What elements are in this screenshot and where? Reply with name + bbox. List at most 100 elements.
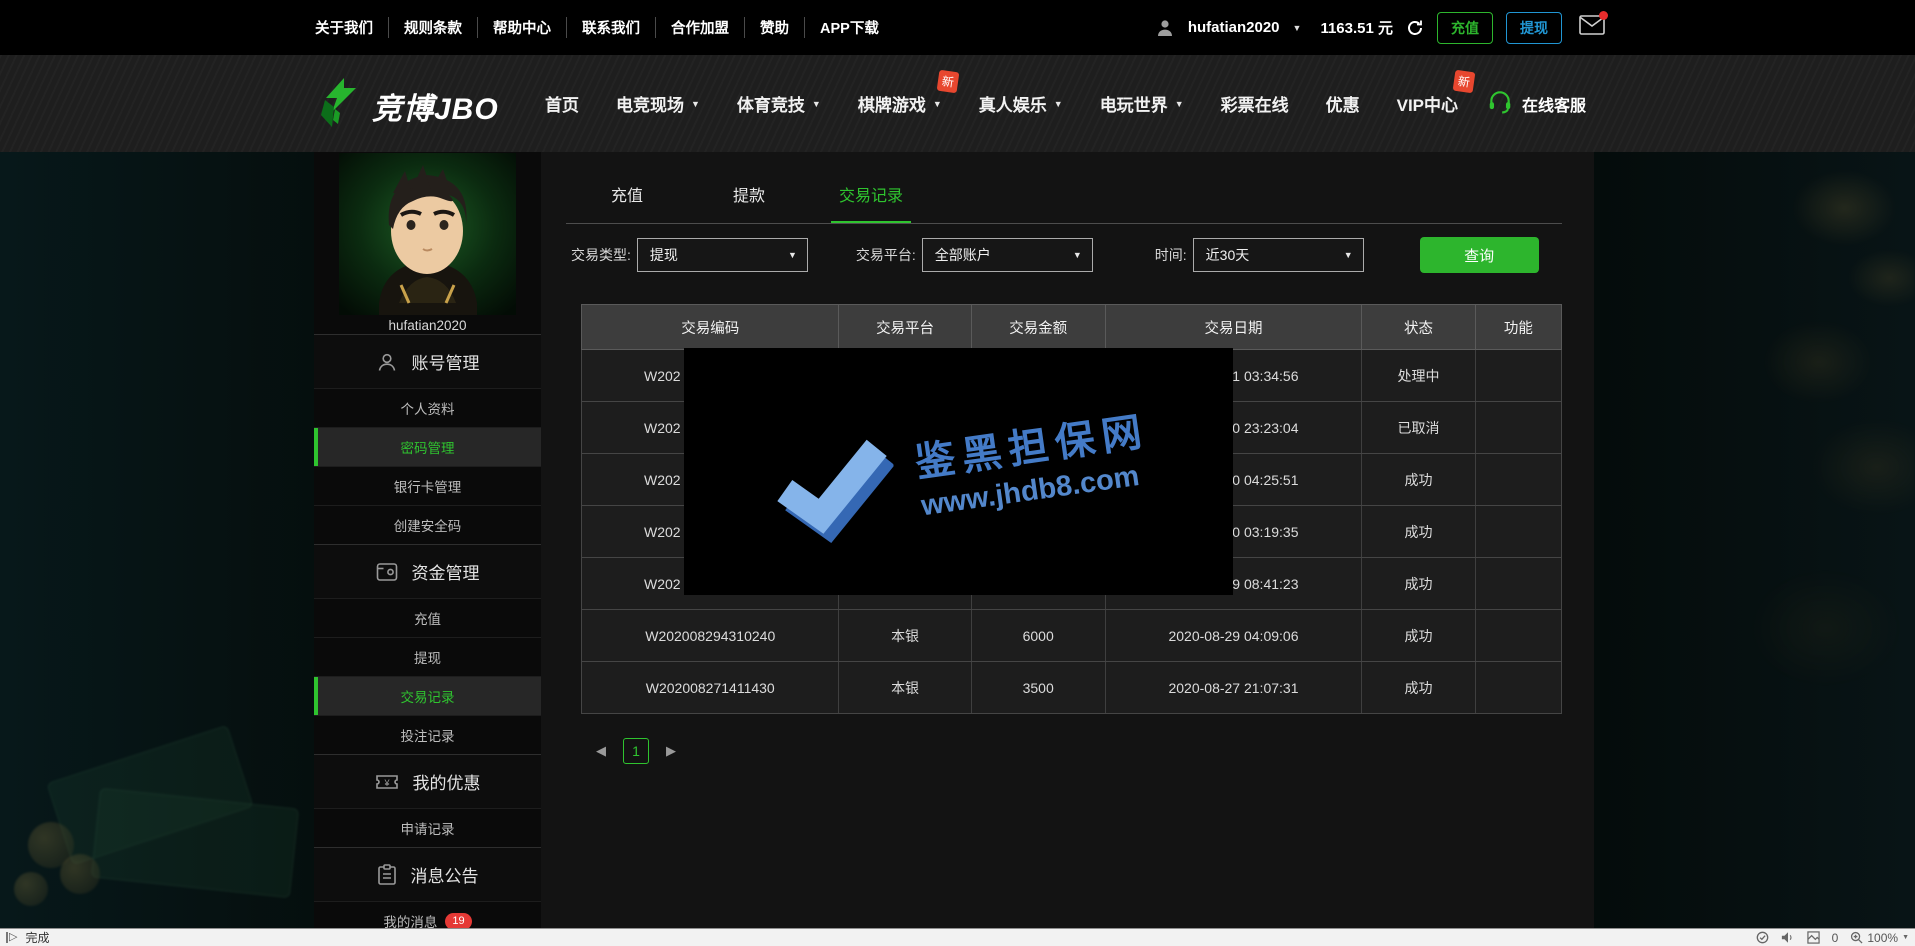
tab[interactable]: 充值 bbox=[566, 182, 688, 224]
sidebar-item[interactable]: 银行卡管理 bbox=[314, 466, 541, 505]
page-number[interactable]: 1 bbox=[623, 738, 649, 764]
browser-statusbar: ▷ 完成 0 100% ▼ bbox=[0, 928, 1915, 946]
filter-bar: 交易类型: 提现 ▼ 交易平台: 全部账户 ▼ 时间: 近30天 ▼ 查询 bbox=[571, 237, 1581, 273]
topbar-links: 关于我们规则条款帮助中心联系我们合作加盟赞助APP下载 bbox=[300, 17, 894, 38]
topbar-link[interactable]: 合作加盟 bbox=[655, 17, 744, 38]
cell-date: 2020-08-29 04:09:06 bbox=[1105, 610, 1361, 661]
cell-status: 成功 bbox=[1361, 454, 1475, 505]
sidebar-item[interactable]: 投注记录 bbox=[314, 715, 541, 754]
topbar-link[interactable]: 帮助中心 bbox=[477, 17, 566, 38]
nav-item[interactable]: 电玩世界 ▼ bbox=[1100, 91, 1184, 116]
sidebar-item-label: 提现 bbox=[414, 647, 441, 667]
nav-item[interactable]: 体育竞技 ▼ bbox=[737, 91, 821, 116]
cell-platform: 本银 bbox=[838, 662, 970, 713]
topbar-link[interactable]: APP下载 bbox=[804, 17, 894, 38]
nav-item[interactable]: 彩票在线 bbox=[1221, 91, 1289, 116]
site-logo[interactable]: 竞博JBO bbox=[316, 77, 499, 134]
nav-item[interactable]: 真人娱乐 ▼ bbox=[979, 91, 1063, 116]
topbar-link[interactable]: 联系我们 bbox=[566, 17, 655, 38]
money-decoration bbox=[0, 608, 300, 928]
svg-text:¥: ¥ bbox=[383, 778, 390, 788]
sidebar-item[interactable]: 申请记录 bbox=[314, 808, 541, 847]
recharge-button[interactable]: 充值 bbox=[1437, 12, 1493, 44]
sidebar-section[interactable]: 账号管理 bbox=[314, 334, 541, 388]
topbar-link[interactable]: 关于我们 bbox=[300, 17, 388, 38]
sidebar-item[interactable]: 我的消息 19 bbox=[314, 901, 541, 928]
table-header-cell: 交易平台 bbox=[838, 305, 970, 349]
cell-status: 已取消 bbox=[1361, 402, 1475, 453]
table-header-cell: 交易日期 bbox=[1105, 305, 1361, 349]
nav-items: 首页 电竞现场 ▼ 体育竞技 ▼ 棋牌游戏 ▼ 新 真人娱乐 ▼ 电玩世界 ▼ … bbox=[545, 55, 1458, 152]
frame-icon[interactable] bbox=[1807, 931, 1820, 944]
nav-item-label: VIP中心 bbox=[1397, 91, 1458, 116]
speaker-icon[interactable] bbox=[1781, 931, 1795, 944]
type-filter-label: 交易类型: bbox=[571, 245, 631, 265]
nav-item-label: 电玩世界 bbox=[1100, 91, 1168, 116]
coupon-icon: ¥ bbox=[375, 773, 399, 791]
sidebar-item-label: 创建安全码 bbox=[394, 515, 462, 535]
cell-status: 成功 bbox=[1361, 610, 1475, 661]
sidebar: hufatian2020 账号管理 个人资料 密码管理 银行卡管理 创建安全码 … bbox=[314, 152, 541, 928]
sidebar-item[interactable]: 密码管理 bbox=[314, 427, 541, 466]
type-filter-value: 提现 bbox=[650, 245, 678, 265]
nav-item-label: 电竞现场 bbox=[616, 91, 684, 116]
chevron-down-icon[interactable]: ▼ bbox=[1293, 23, 1302, 33]
new-badge: 新 bbox=[936, 70, 959, 94]
topbar-link[interactable]: 规则条款 bbox=[388, 17, 477, 38]
sidebar-section[interactable]: 消息公告 bbox=[314, 847, 541, 901]
status-play-icon: ▷ bbox=[6, 932, 17, 943]
platform-filter-dropdown[interactable]: 全部账户 ▼ bbox=[922, 238, 1093, 272]
sidebar-item[interactable]: 提现 bbox=[314, 637, 541, 676]
avatar[interactable] bbox=[339, 153, 516, 315]
nav-item-label: 体育竞技 bbox=[737, 91, 805, 116]
table-header-row: 交易编码交易平台交易金额交易日期状态功能 bbox=[581, 304, 1562, 350]
time-filter-value: 近30天 bbox=[1206, 245, 1250, 265]
messages-envelope-icon[interactable] bbox=[1579, 15, 1605, 40]
cell-action bbox=[1475, 350, 1561, 401]
sidebar-item-label: 银行卡管理 bbox=[394, 476, 462, 496]
sidebar-section[interactable]: 资金管理 bbox=[314, 544, 541, 598]
cell-action bbox=[1475, 558, 1561, 609]
sidebar-section[interactable]: ¥ 我的优惠 bbox=[314, 754, 541, 808]
refresh-balance-icon[interactable] bbox=[1406, 19, 1424, 37]
cell-status: 成功 bbox=[1361, 558, 1475, 609]
cell-action bbox=[1475, 454, 1561, 505]
username-dropdown[interactable]: hufatian2020 bbox=[1188, 19, 1280, 36]
time-filter-dropdown[interactable]: 近30天 ▼ bbox=[1193, 238, 1364, 272]
chevron-down-icon: ▼ bbox=[1175, 99, 1184, 109]
sidebar-section-label: 资金管理 bbox=[412, 559, 480, 584]
type-filter-dropdown[interactable]: 提现 ▼ bbox=[637, 238, 808, 272]
nav-item[interactable]: 棋牌游戏 ▼ 新 bbox=[858, 91, 942, 116]
search-button[interactable]: 查询 bbox=[1420, 237, 1539, 273]
nav-item[interactable]: VIP中心 新 bbox=[1397, 91, 1458, 116]
zoom-control[interactable]: 100% ▼ bbox=[1850, 931, 1909, 945]
sidebar-item[interactable]: 创建安全码 bbox=[314, 505, 541, 544]
watermark-check-logo bbox=[758, 418, 904, 560]
next-page-icon[interactable]: ▶ bbox=[666, 743, 676, 759]
tab[interactable]: 交易记录 bbox=[810, 182, 932, 224]
nav-item[interactable]: 电竞现场 ▼ bbox=[616, 91, 700, 116]
status-text: 完成 bbox=[25, 929, 49, 946]
watermark: 鉴黑担保网 www.jhdb8.com bbox=[758, 383, 1159, 561]
unread-count-badge: 19 bbox=[445, 913, 471, 929]
user-icon bbox=[1155, 18, 1175, 38]
prev-page-icon[interactable]: ◀ bbox=[596, 743, 606, 759]
table-row: W202008271411430 本银 3500 2020-08-27 21:0… bbox=[581, 662, 1562, 714]
sidebar-item-label: 交易记录 bbox=[401, 686, 455, 706]
wallet-icon bbox=[376, 562, 398, 582]
cell-status: 成功 bbox=[1361, 506, 1475, 557]
sidebar-item[interactable]: 个人资料 bbox=[314, 388, 541, 427]
withdraw-button[interactable]: 提现 bbox=[1506, 12, 1562, 44]
tab[interactable]: 提款 bbox=[688, 182, 810, 224]
protected-mode-icon[interactable] bbox=[1756, 931, 1769, 944]
sidebar-item[interactable]: 充值 bbox=[314, 598, 541, 637]
nav-item[interactable]: 首页 bbox=[545, 91, 579, 116]
nav-item[interactable]: 优惠 bbox=[1326, 91, 1360, 116]
app-window: 关于我们规则条款帮助中心联系我们合作加盟赞助APP下载 hufatian2020… bbox=[0, 0, 1915, 946]
nav-item-label: 棋牌游戏 bbox=[858, 91, 926, 116]
logo-bird-icon bbox=[316, 77, 362, 134]
zoom-caret-icon: ▼ bbox=[1902, 934, 1909, 941]
topbar-link[interactable]: 赞助 bbox=[744, 17, 804, 38]
sidebar-item[interactable]: 交易记录 bbox=[314, 676, 541, 715]
online-service[interactable]: 在线客服 bbox=[1487, 55, 1586, 152]
